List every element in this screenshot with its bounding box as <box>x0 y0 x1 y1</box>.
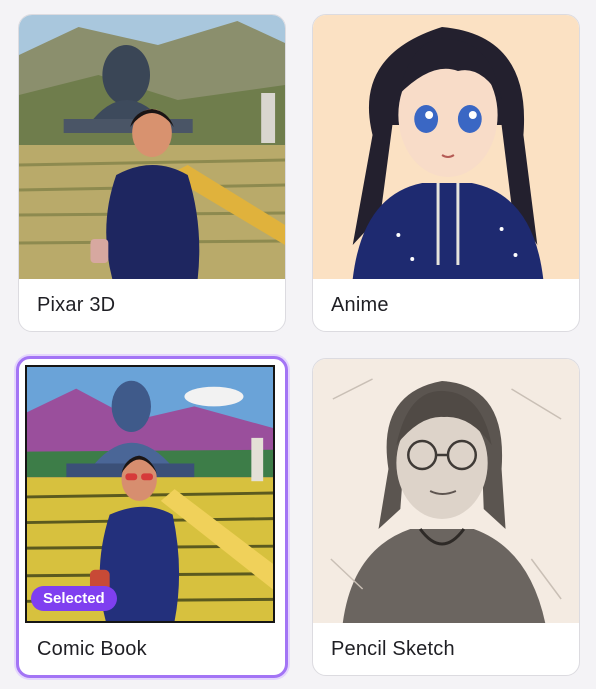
style-card-comic-book[interactable]: Selected Comic Book <box>16 356 288 678</box>
style-label: Pixar 3D <box>37 294 116 316</box>
style-thumbnail-anime <box>313 15 579 279</box>
style-thumbnail-pencil-sketch <box>313 359 579 623</box>
style-thumbnail-comic-book <box>25 365 275 623</box>
style-card-pixar-3d[interactable]: Pixar 3D <box>18 14 286 332</box>
style-thumbnail-pixar-3d <box>19 15 285 279</box>
style-card-pencil-sketch[interactable]: Pencil Sketch <box>312 358 580 676</box>
style-label: Anime <box>331 294 389 316</box>
style-label: Pencil Sketch <box>331 638 455 660</box>
style-label: Comic Book <box>37 638 147 660</box>
selected-badge: Selected <box>31 586 117 611</box>
style-card-anime[interactable]: Anime <box>312 14 580 332</box>
